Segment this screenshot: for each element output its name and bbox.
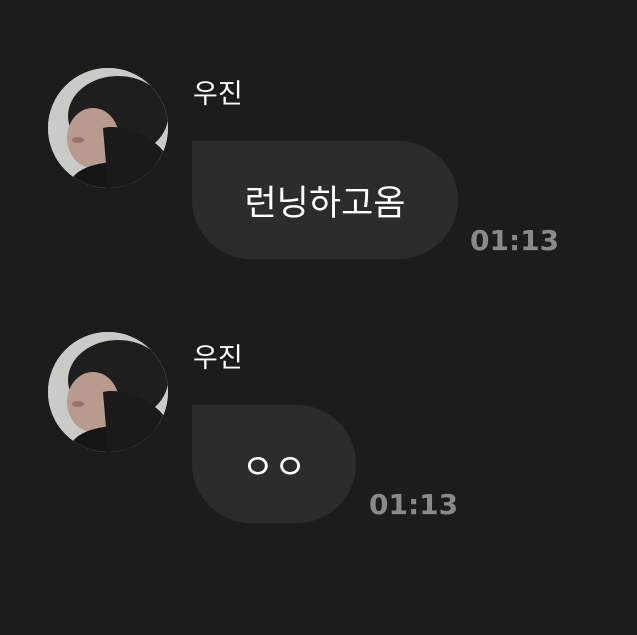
avatar-image [48, 332, 168, 452]
avatar-image [48, 68, 168, 188]
sender-name: 우진 [193, 343, 243, 374]
message-row: 우진 ㅇㅇ 01:13 [48, 332, 608, 532]
sender-name: 우진 [193, 79, 243, 110]
message-bubble[interactable]: 런닝하고옴 [192, 141, 458, 259]
message-bubble[interactable]: ㅇㅇ [192, 405, 356, 523]
message-time: 01:13 [369, 488, 459, 521]
avatar[interactable] [48, 68, 168, 188]
chat-view: 우진 런닝하고옴 01:13 우진 ㅇㅇ 01:13 [0, 0, 637, 635]
avatar[interactable] [48, 332, 168, 452]
message-row: 우진 런닝하고옴 01:13 [48, 68, 608, 268]
message-text: ㅇㅇ [241, 447, 307, 488]
message-time: 01:13 [470, 224, 560, 257]
message-text: 런닝하고옴 [244, 183, 406, 224]
